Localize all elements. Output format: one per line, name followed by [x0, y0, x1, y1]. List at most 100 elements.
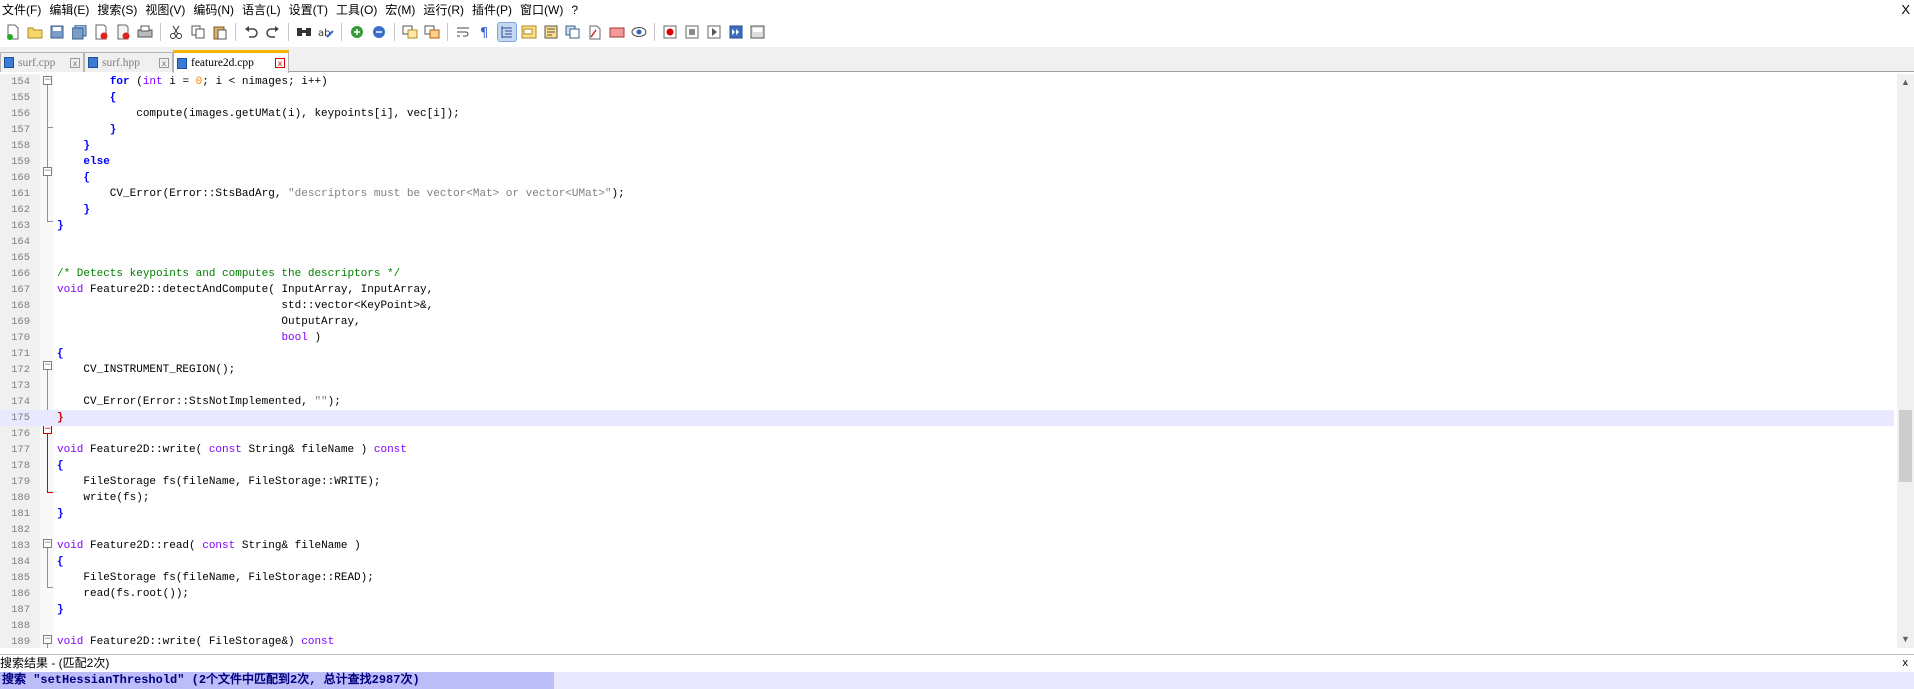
search-results-list[interactable]: 搜索 "setHessianThreshold" (2个文件中匹配到2次, 总计…	[0, 672, 1914, 689]
scrollbar-thumb[interactable]	[1899, 410, 1912, 482]
code-line[interactable]: 179 FileStorage fs(fileName, FileStorage…	[0, 474, 1894, 490]
tab-surf-cpp[interactable]: surf.cpp x	[0, 52, 84, 72]
folder-as-workspace-icon[interactable]	[586, 23, 604, 41]
record-macro-icon[interactable]	[661, 23, 679, 41]
menu-help[interactable]: ?	[569, 0, 584, 20]
play-macro-icon[interactable]	[705, 23, 723, 41]
copy-icon[interactable]	[189, 23, 207, 41]
code-line[interactable]: 176	[0, 426, 1894, 442]
code-line[interactable]: 156 compute(images.getUMat(i), keypoints…	[0, 106, 1894, 122]
zoom-in-icon[interactable]	[348, 23, 366, 41]
menu-tools[interactable]: 工具(O)	[334, 0, 383, 20]
search-results-close-button[interactable]: x	[1903, 655, 1909, 672]
menu-file[interactable]: 文件(F)	[0, 0, 47, 20]
code-line[interactable]: 180 write(fs);	[0, 490, 1894, 506]
word-wrap-icon[interactable]	[454, 23, 472, 41]
print-icon[interactable]	[136, 23, 154, 41]
replace-icon[interactable]: ab	[317, 23, 335, 41]
code-line[interactable]: 157 }	[0, 122, 1894, 138]
code-line[interactable]: 159 else	[0, 154, 1894, 170]
code-line[interactable]: 189 void Feature2D::write( FileStorage&)…	[0, 634, 1894, 648]
tab-close-icon[interactable]: x	[159, 57, 169, 68]
run-macro-multiple-icon[interactable]	[727, 23, 745, 41]
tab-surf-hpp[interactable]: surf.hpp x	[84, 52, 173, 72]
menu-encoding[interactable]: 编码(N)	[191, 0, 240, 20]
save-macro-icon[interactable]	[749, 23, 767, 41]
code-line[interactable]: 154 for (int i = 0; i < nimages; i++)	[0, 74, 1894, 90]
code-line[interactable]: 173	[0, 378, 1894, 394]
current-line-highlight[interactable]: 175 }	[0, 410, 1894, 426]
menu-language[interactable]: 语言(L)	[240, 0, 287, 20]
stop-macro-icon[interactable]	[683, 23, 701, 41]
show-all-chars-icon[interactable]: ¶	[476, 23, 494, 41]
zoom-out-icon[interactable]	[370, 23, 388, 41]
code-line[interactable]: 155 {	[0, 90, 1894, 106]
scroll-down-icon[interactable]: ▼	[1897, 631, 1914, 648]
code-line[interactable]: 174 CV_Error(Error::StsNotImplemented, "…	[0, 394, 1894, 410]
code-line[interactable]: 182	[0, 522, 1894, 538]
menu-macro[interactable]: 宏(M)	[383, 0, 421, 20]
tab-close-icon[interactable]: x	[70, 57, 80, 68]
cut-icon[interactable]	[167, 23, 185, 41]
close-all-icon[interactable]	[114, 23, 132, 41]
indent-guide-icon[interactable]	[497, 22, 517, 42]
code-line[interactable]: 183 void Feature2D::read( const String& …	[0, 538, 1894, 554]
paste-icon[interactable]	[211, 23, 229, 41]
line-number: 166	[11, 268, 30, 280]
code-line[interactable]: 168 std::vector<KeyPoint>&,	[0, 298, 1894, 314]
eye-icon[interactable]	[630, 23, 648, 41]
new-file-icon[interactable]	[4, 23, 22, 41]
code-line[interactable]: 165	[0, 250, 1894, 266]
code-line[interactable]: 177 void Feature2D::write( const String&…	[0, 442, 1894, 458]
close-document-button[interactable]: X	[1901, 0, 1910, 20]
code-line[interactable]: 171 {	[0, 346, 1894, 362]
code-line[interactable]: 185 FileStorage fs(fileName, FileStorage…	[0, 570, 1894, 586]
tab-feature2d-cpp[interactable]: feature2d.cpp x	[173, 50, 289, 73]
menu-edit[interactable]: 编辑(E)	[47, 0, 95, 20]
code-editor[interactable]: − − − − − − 154 for (int i = 0; i < nima…	[0, 74, 1914, 648]
code-line[interactable]: 163 }	[0, 218, 1894, 234]
menu-plugins[interactable]: 插件(P)	[470, 0, 518, 20]
open-file-icon[interactable]	[26, 23, 44, 41]
document-map-icon[interactable]	[542, 23, 560, 41]
user-language-icon[interactable]	[520, 23, 538, 41]
vertical-scrollbar[interactable]: ▲ ▼	[1897, 74, 1914, 648]
code-line[interactable]: 172 CV_INSTRUMENT_REGION();	[0, 362, 1894, 378]
code-line[interactable]: 188	[0, 618, 1894, 634]
code-text: FileStorage fs(fileName, FileStorage::WR…	[57, 476, 381, 488]
menu-window[interactable]: 窗口(W)	[518, 0, 569, 20]
code-line[interactable]: 166 /* Detects keypoints and computes th…	[0, 266, 1894, 282]
sync-vertical-icon[interactable]	[401, 23, 419, 41]
undo-icon[interactable]	[242, 23, 260, 41]
scroll-up-icon[interactable]: ▲	[1897, 74, 1914, 91]
code-line[interactable]: 178 {	[0, 458, 1894, 474]
code-line[interactable]: 160 {	[0, 170, 1894, 186]
monitoring-icon[interactable]	[608, 23, 626, 41]
sync-horizontal-icon[interactable]	[423, 23, 441, 41]
code-line[interactable]: 167 void Feature2D::detectAndCompute( In…	[0, 282, 1894, 298]
save-all-icon[interactable]	[70, 23, 88, 41]
code-line[interactable]: 162 }	[0, 202, 1894, 218]
menu-search[interactable]: 搜索(S)	[95, 0, 143, 20]
code-line[interactable]: 169 OutputArray,	[0, 314, 1894, 330]
tab-close-icon[interactable]: x	[275, 58, 285, 68]
code-line[interactable]: 187 }	[0, 602, 1894, 618]
find-icon[interactable]	[295, 23, 313, 41]
menu-run[interactable]: 运行(R)	[421, 0, 470, 20]
redo-icon[interactable]	[264, 23, 282, 41]
function-list-icon[interactable]	[564, 23, 582, 41]
code-line[interactable]: 184 {	[0, 554, 1894, 570]
menu-view[interactable]: 视图(V)	[143, 0, 191, 20]
code-line[interactable]: 164	[0, 234, 1894, 250]
save-icon[interactable]	[48, 23, 66, 41]
code-text: {	[57, 348, 64, 360]
close-icon[interactable]	[92, 23, 110, 41]
code-line[interactable]: 186 read(fs.root());	[0, 586, 1894, 602]
menu-settings[interactable]: 设置(T)	[287, 0, 334, 20]
search-result-summary[interactable]: 搜索 "setHessianThreshold" (2个文件中匹配到2次, 总计…	[2, 672, 420, 689]
code-line[interactable]: 181 }	[0, 506, 1894, 522]
code-line[interactable]: 161 CV_Error(Error::StsBadArg, "descript…	[0, 186, 1894, 202]
line-number: 181	[11, 508, 30, 520]
code-line[interactable]: 170 bool )	[0, 330, 1894, 346]
code-line[interactable]: 158 }	[0, 138, 1894, 154]
